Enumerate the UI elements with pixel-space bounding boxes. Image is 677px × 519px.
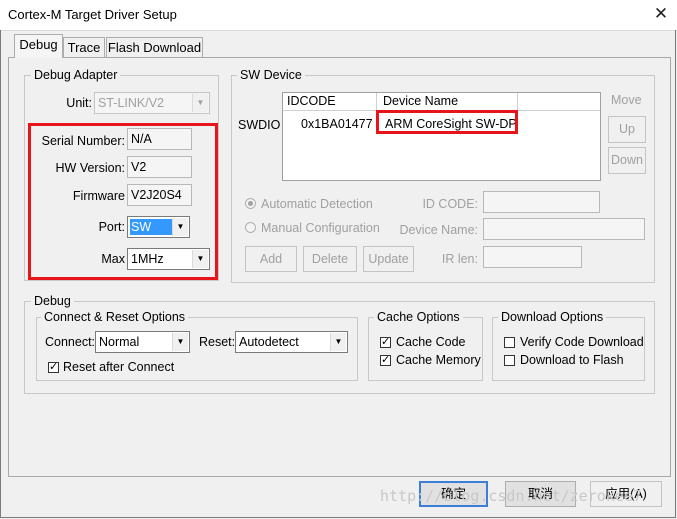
connect-label: Connect: [45, 335, 96, 349]
device-name-column-header[interactable]: Device Name [377, 93, 518, 111]
cache-memory-checkbox[interactable]: ✓ [380, 355, 391, 366]
device-name-field[interactable] [483, 218, 645, 240]
debug-adapter-title: Debug Adapter [31, 68, 121, 82]
hw-version-field: V2 [127, 156, 192, 178]
download-to-flash-checkbox[interactable] [504, 355, 515, 366]
column-header-filler [518, 93, 600, 111]
max-clock-select[interactable]: 1MHz ▼ [127, 248, 210, 270]
sw-device-title: SW Device [237, 68, 305, 82]
max-clock-value: 1MHz [131, 252, 164, 266]
swdio-label: SWDIO [238, 118, 281, 132]
max-clock-label: Max [101, 252, 125, 266]
check-icon: ✓ [381, 354, 391, 366]
tab-flash-download[interactable]: Flash Download [106, 37, 203, 57]
reset-after-connect-label: Reset after Connect [63, 360, 175, 374]
download-options-title: Download Options [498, 310, 607, 324]
manual-configuration-radio[interactable] [245, 222, 256, 233]
tab-debug[interactable]: Debug [14, 34, 63, 58]
device-name-label: Device Name: [399, 223, 479, 237]
check-icon: ✓ [381, 336, 391, 348]
verify-code-download-checkbox[interactable] [504, 337, 515, 348]
chevron-down-icon: ▼ [192, 94, 208, 112]
sw-device-list[interactable]: IDCODE Device Name 0x1BA01477 ARM CoreSi… [282, 92, 601, 181]
cache-code-checkbox[interactable]: ✓ [380, 337, 391, 348]
chevron-down-icon: ▼ [172, 333, 188, 351]
cache-memory-label: Cache Memory [396, 353, 481, 367]
move-up-button[interactable]: Up [608, 116, 646, 143]
check-icon: ✓ [49, 361, 59, 373]
chevron-down-icon: ▼ [330, 333, 346, 351]
download-to-flash-label: Download to Flash [520, 353, 624, 367]
delete-button[interactable]: Delete [303, 246, 357, 272]
chevron-down-icon: ▼ [172, 218, 188, 236]
idcode-column-header[interactable]: IDCODE [283, 93, 377, 111]
serial-number-label: Serial Number: [41, 134, 125, 148]
reset-label: Reset: [199, 335, 236, 349]
tab-trace[interactable]: Trace [63, 37, 105, 57]
reset-value: Autodetect [239, 335, 299, 349]
cache-options-title: Cache Options [374, 310, 463, 324]
reset-after-connect-checkbox[interactable]: ✓ [48, 362, 59, 373]
unit-value: ST-LINK/V2 [98, 96, 164, 110]
watermark-text: http://blog.csdn.net/zerokee7 [380, 487, 642, 505]
serial-number-field: N/A [127, 128, 192, 150]
window-title: Cortex-M Target Driver Setup [8, 7, 177, 22]
move-label: Move [611, 93, 642, 107]
reset-select[interactable]: Autodetect ▼ [235, 331, 348, 353]
firmware-field: V2J20S4 [127, 184, 192, 206]
update-button[interactable]: Update [363, 246, 414, 272]
unit-select[interactable]: ST-LINK/V2 ▼ [94, 92, 210, 114]
unit-label: Unit: [66, 96, 92, 110]
manual-configuration-label: Manual Configuration [261, 221, 380, 235]
connect-value: Normal [99, 335, 140, 349]
close-icon[interactable]: ✕ [648, 2, 674, 26]
ir-len-field[interactable] [483, 246, 582, 268]
device-idcode-cell[interactable]: 0x1BA01477 [301, 116, 373, 132]
automatic-detection-label: Automatic Detection [261, 197, 373, 211]
firmware-label: Firmware [72, 189, 125, 203]
id-code-field[interactable] [483, 191, 600, 213]
debug-group-title: Debug [31, 294, 74, 308]
automatic-detection-radio[interactable] [245, 198, 256, 209]
id-code-label: ID CODE: [422, 197, 478, 211]
add-button[interactable]: Add [245, 246, 297, 272]
cache-code-label: Cache Code [396, 335, 466, 349]
hw-version-label: HW Version: [55, 161, 125, 175]
chevron-down-icon: ▼ [192, 250, 208, 268]
port-value: SW [130, 219, 173, 235]
port-label: Port: [98, 220, 125, 234]
connect-select[interactable]: Normal ▼ [95, 331, 190, 353]
connect-reset-title: Connect & Reset Options [41, 310, 189, 324]
move-down-button[interactable]: Down [608, 147, 646, 174]
verify-code-download-label: Verify Code Download [520, 335, 644, 349]
highlight-box-device [376, 110, 518, 134]
port-select[interactable]: SW ▼ [127, 216, 190, 238]
title-bar: Cortex-M Target Driver Setup ✕ [0, 0, 677, 31]
